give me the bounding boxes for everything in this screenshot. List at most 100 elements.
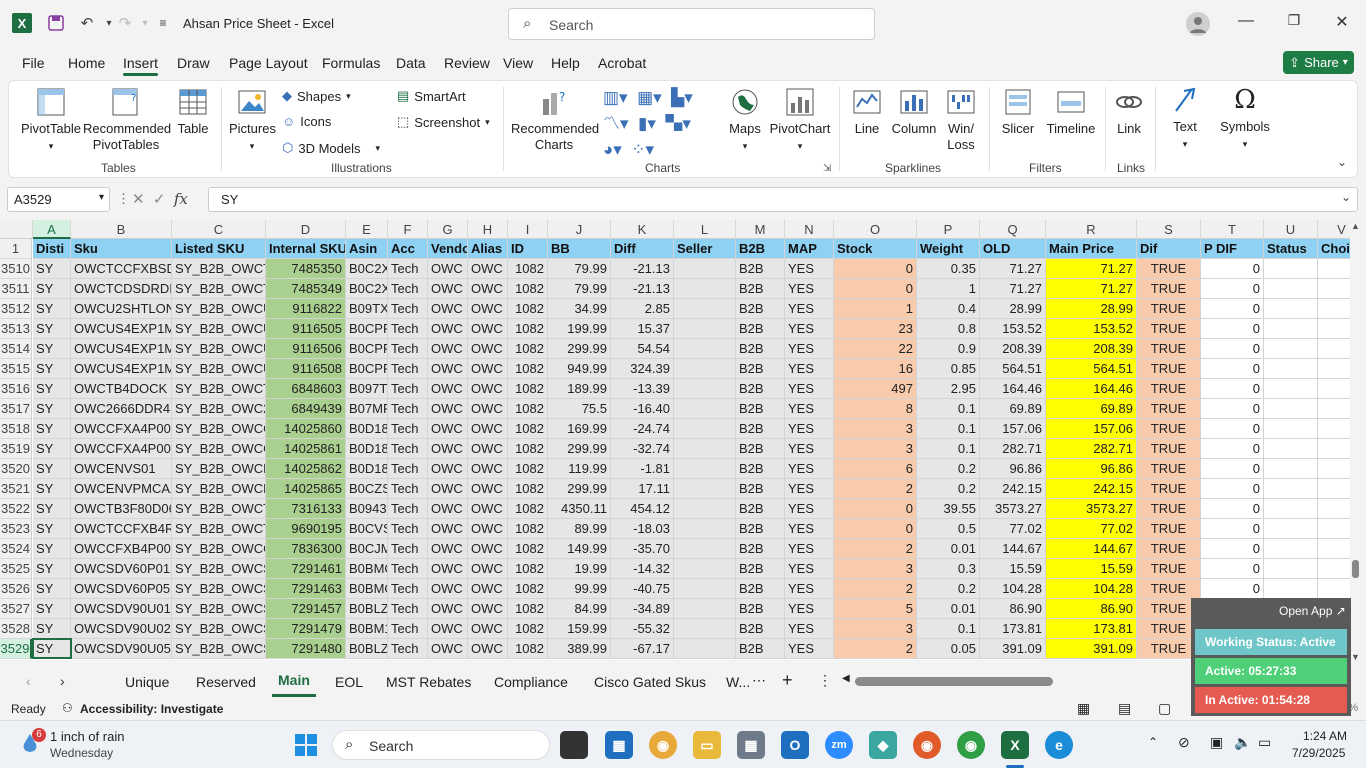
row-header[interactable]: 3521 bbox=[0, 479, 32, 499]
table-cell[interactable]: OWC bbox=[468, 539, 508, 559]
table-cell[interactable]: 89.99 bbox=[548, 519, 611, 539]
table-cell[interactable]: B0BLZS bbox=[346, 639, 388, 659]
table-cell[interactable]: 0 bbox=[834, 519, 917, 539]
table-cell[interactable]: 39.55 bbox=[917, 499, 980, 519]
table-cell[interactable]: 3 bbox=[834, 559, 917, 579]
volume-icon[interactable]: 🔈 bbox=[1234, 734, 1251, 751]
ribbon-collapse-icon[interactable]: ⌄ bbox=[1337, 155, 1347, 169]
table-cell[interactable]: B0943D bbox=[346, 499, 388, 519]
table-cell[interactable] bbox=[1264, 499, 1318, 519]
table-cell[interactable]: OWC bbox=[468, 619, 508, 639]
column-header-q[interactable]: Q bbox=[980, 220, 1046, 239]
tab-scroll-left-icon[interactable]: ‹ bbox=[26, 673, 31, 689]
table-cell[interactable] bbox=[1264, 279, 1318, 299]
table-cell[interactable]: TRUE bbox=[1137, 259, 1201, 279]
table-cell[interactable]: B2B bbox=[736, 559, 785, 579]
row-header[interactable]: 3528 bbox=[0, 619, 32, 639]
row-header[interactable]: 3524 bbox=[0, 539, 32, 559]
table-cell[interactable]: B0C2X1 bbox=[346, 259, 388, 279]
table-cell[interactable]: Tech bbox=[388, 639, 428, 659]
table-cell[interactable]: -1.81 bbox=[611, 459, 674, 479]
table-cell[interactable]: SY bbox=[33, 619, 71, 639]
table-cell[interactable]: Tech bbox=[388, 359, 428, 379]
table-cell[interactable] bbox=[1318, 339, 1350, 359]
table-cell[interactable]: 0 bbox=[1201, 519, 1264, 539]
table-cell[interactable]: 79.99 bbox=[548, 259, 611, 279]
table-cell[interactable] bbox=[1318, 539, 1350, 559]
shapes-button[interactable]: ◆ Shapes ▾ bbox=[282, 88, 351, 104]
table-cell[interactable]: B0CPRI bbox=[346, 339, 388, 359]
search-box[interactable]: ⌕ Search bbox=[508, 8, 875, 40]
table-cell[interactable]: -24.74 bbox=[611, 419, 674, 439]
table-cell[interactable]: 2.85 bbox=[611, 299, 674, 319]
table-cell[interactable]: SY_B2B_OWCTE bbox=[172, 379, 266, 399]
table-cell[interactable] bbox=[1318, 519, 1350, 539]
table-cell[interactable]: OWCUS4EXP1MT bbox=[71, 359, 172, 379]
table-cell[interactable]: 1082 bbox=[508, 619, 548, 639]
column-title-cell[interactable]: B2B bbox=[736, 239, 785, 259]
table-cell[interactable]: 7291461 bbox=[266, 559, 346, 579]
row-header[interactable]: 3513 bbox=[0, 319, 32, 339]
table-cell[interactable]: TRUE bbox=[1137, 379, 1201, 399]
sheet-tab-main[interactable]: Main bbox=[278, 672, 310, 688]
table-cell[interactable] bbox=[1264, 459, 1318, 479]
table-cell[interactable]: OWC bbox=[428, 279, 468, 299]
menu-formulas[interactable]: Formulas bbox=[322, 55, 380, 71]
add-sheet-icon[interactable]: + bbox=[782, 670, 793, 691]
table-cell[interactable] bbox=[1264, 379, 1318, 399]
table-cell[interactable]: SY bbox=[33, 339, 71, 359]
table-cell[interactable]: 0.9 bbox=[917, 339, 980, 359]
table-cell[interactable]: 14025862 bbox=[266, 459, 346, 479]
text-button[interactable]: Text ▾ bbox=[1163, 85, 1207, 152]
table-cell[interactable]: YES bbox=[785, 399, 834, 419]
table-cell[interactable]: 54.54 bbox=[611, 339, 674, 359]
table-cell[interactable]: 1082 bbox=[508, 479, 548, 499]
table-cell[interactable]: Tech bbox=[388, 459, 428, 479]
scroll-down-icon[interactable]: ▼ bbox=[1351, 652, 1360, 662]
table-cell[interactable]: 19.99 bbox=[548, 559, 611, 579]
table-cell[interactable]: OWCTCCFXB4RD bbox=[71, 519, 172, 539]
column-title-cell[interactable]: Choice bbox=[1318, 239, 1350, 259]
table-cell[interactable]: 149.99 bbox=[548, 539, 611, 559]
table-cell[interactable]: SY_B2B_OWCCF bbox=[172, 439, 266, 459]
table-cell[interactable]: 208.39 bbox=[1046, 339, 1137, 359]
table-cell[interactable]: SY bbox=[33, 519, 71, 539]
menu-home[interactable]: Home bbox=[68, 55, 105, 71]
table-cell[interactable]: OWC bbox=[468, 319, 508, 339]
column-header-p[interactable]: P bbox=[917, 220, 980, 239]
table-cell[interactable]: 7485349 bbox=[266, 279, 346, 299]
tray-chevron-icon[interactable]: ⌃ bbox=[1148, 735, 1158, 749]
table-cell[interactable]: B2B bbox=[736, 519, 785, 539]
table-cell[interactable]: 173.81 bbox=[980, 619, 1046, 639]
close-icon[interactable]: ✕ bbox=[1332, 12, 1352, 32]
table-cell[interactable]: B2B bbox=[736, 419, 785, 439]
table-cell[interactable]: 69.89 bbox=[980, 399, 1046, 419]
table-cell[interactable]: 282.71 bbox=[1046, 439, 1137, 459]
table-cell[interactable]: 86.90 bbox=[980, 599, 1046, 619]
customize-toolbar-icon[interactable]: ≡ bbox=[152, 12, 174, 34]
table-cell[interactable]: 3 bbox=[834, 619, 917, 639]
table-cell[interactable]: OWC bbox=[428, 399, 468, 419]
table-cell[interactable]: 77.02 bbox=[1046, 519, 1137, 539]
table-cell[interactable]: 14025860 bbox=[266, 419, 346, 439]
pictures-button[interactable]: Pictures ▾ bbox=[229, 87, 276, 154]
column-header-o[interactable]: O bbox=[834, 220, 917, 239]
table-cell[interactable]: 14025861 bbox=[266, 439, 346, 459]
table-cell[interactable]: 1 bbox=[834, 299, 917, 319]
table-cell[interactable]: OWC bbox=[428, 559, 468, 579]
table-cell[interactable]: 71.27 bbox=[980, 259, 1046, 279]
table-cell[interactable] bbox=[1264, 579, 1318, 599]
table-cell[interactable]: -32.74 bbox=[611, 439, 674, 459]
table-cell[interactable]: B0CJM bbox=[346, 539, 388, 559]
table-cell[interactable]: 1082 bbox=[508, 279, 548, 299]
table-cell[interactable]: 454.12 bbox=[611, 499, 674, 519]
table-cell[interactable]: TRUE bbox=[1137, 579, 1201, 599]
table-cell[interactable]: OWC bbox=[428, 359, 468, 379]
table-cell[interactable]: 1082 bbox=[508, 259, 548, 279]
table-cell[interactable]: 1082 bbox=[508, 379, 548, 399]
table-cell[interactable]: 16 bbox=[834, 359, 917, 379]
table-cell[interactable]: B2B bbox=[736, 399, 785, 419]
table-cell[interactable]: 208.39 bbox=[980, 339, 1046, 359]
table-cell[interactable]: 86.90 bbox=[1046, 599, 1137, 619]
table-cell[interactable]: SY bbox=[33, 259, 71, 279]
